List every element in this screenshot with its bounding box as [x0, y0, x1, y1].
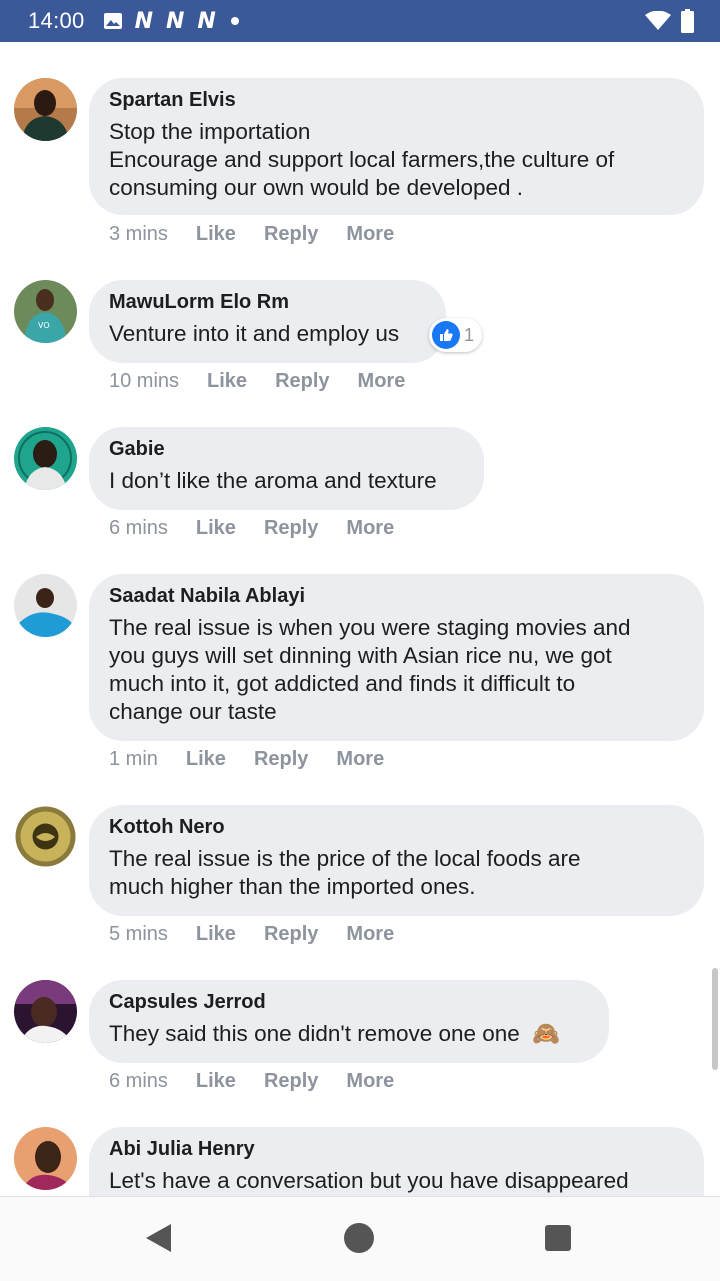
like-button[interactable]: Like — [196, 517, 236, 540]
image-icon — [103, 13, 122, 29]
reaction-number: 1 — [464, 324, 475, 345]
comment-author[interactable]: MawuLorm Elo Rm — [109, 290, 426, 314]
reply-button[interactable]: Reply — [264, 517, 318, 540]
avatar[interactable] — [14, 78, 77, 141]
avatar[interactable] — [14, 427, 77, 490]
avatar[interactable] — [14, 805, 77, 868]
comment-author[interactable]: Capsules Jerrod — [109, 990, 589, 1014]
comment-line: The real issue is when you were staging … — [109, 615, 631, 640]
back-icon[interactable] — [146, 1224, 171, 1252]
reply-button[interactable]: Reply — [254, 748, 308, 771]
like-button[interactable]: Like — [196, 1070, 236, 1093]
like-button[interactable]: Like — [196, 223, 236, 246]
scrollbar[interactable] — [712, 968, 718, 1070]
reply-button[interactable]: Reply — [264, 923, 318, 946]
comment-time[interactable]: 3 mins — [109, 223, 168, 246]
comment-bubble[interactable]: Kottoh Nero The real issue is the price … — [89, 805, 704, 916]
n-icon: N — [197, 8, 215, 34]
more-button[interactable]: More — [346, 517, 394, 540]
reply-button[interactable]: Reply — [264, 223, 318, 246]
like-icon — [432, 321, 460, 349]
like-button[interactable]: Like — [207, 370, 247, 393]
comment-bubble[interactable]: Capsules Jerrod They said this one didn'… — [89, 980, 609, 1063]
comment-author[interactable]: Kottoh Nero — [109, 815, 684, 839]
comment-line: consuming our own would be developed . — [109, 175, 524, 200]
more-button[interactable]: More — [346, 923, 394, 946]
svg-text:VO: VO — [38, 321, 50, 330]
wifi-icon — [645, 11, 671, 30]
status-time: 14:00 — [28, 8, 85, 33]
comment-text: I don’t like the aroma and texture — [109, 467, 464, 495]
comment-time[interactable]: 6 mins — [109, 517, 168, 540]
comment-bubble[interactable]: Saadat Nabila Ablayi The real issue is w… — [89, 574, 704, 741]
comment-actions: 3 mins Like Reply More — [109, 223, 422, 246]
comment-line: change our taste — [109, 699, 277, 724]
comment-bubble[interactable]: Gabie I don’t like the aroma and texture — [89, 427, 484, 510]
more-button[interactable]: More — [358, 370, 406, 393]
dot-icon — [230, 17, 239, 25]
notification-icons: N N N — [135, 9, 229, 34]
comment-bubble[interactable]: Spartan Elvis Stop the importation Encou… — [89, 78, 704, 215]
comment-text: They said this one didn't remove one one… — [109, 1020, 589, 1048]
comment-author[interactable]: Gabie — [109, 437, 464, 461]
comment-author[interactable]: Spartan Elvis — [109, 88, 684, 112]
comment-line: They said this one didn't remove one one — [109, 1021, 520, 1046]
avatar[interactable]: VO — [14, 280, 77, 343]
comment-actions: 1 min Like Reply More — [109, 748, 412, 771]
avatar[interactable] — [14, 980, 77, 1043]
n-icon: N — [134, 8, 153, 34]
more-button[interactable]: More — [336, 748, 384, 771]
comment-actions: 10 mins Like Reply More — [109, 370, 433, 393]
reply-button[interactable]: Reply — [275, 370, 329, 393]
like-button[interactable]: Like — [186, 748, 226, 771]
navigation-bar — [0, 1196, 720, 1281]
reply-button[interactable]: Reply — [264, 1070, 318, 1093]
like-button[interactable]: Like — [196, 923, 236, 946]
n-icon: N — [165, 8, 184, 34]
comment-text: Venture into it and employ us — [109, 320, 426, 348]
comment-line: Encourage and support local farmers,the … — [109, 147, 615, 172]
avatar[interactable] — [14, 574, 77, 637]
comment-text: Stop the importation Encourage and suppo… — [109, 118, 684, 202]
comment-line: much higher than the imported ones. — [109, 874, 476, 899]
see-no-evil-monkey-icon: 🙈 — [532, 1021, 561, 1046]
comment-actions: 6 mins Like Reply More — [109, 517, 422, 540]
comment-line: much into it, got addicted and finds it … — [109, 671, 576, 696]
comment-text: The real issue is the price of the local… — [109, 845, 684, 901]
status-bar: 14:00 N N N — [0, 0, 720, 42]
reaction-count[interactable]: 1 — [429, 318, 483, 352]
comment-time[interactable]: 6 mins — [109, 1070, 168, 1093]
comment-line: Venture into it and employ us — [109, 321, 400, 346]
comment-time[interactable]: 5 mins — [109, 923, 168, 946]
comment-actions: 6 mins Like Reply More — [109, 1070, 422, 1093]
comment-author[interactable]: Saadat Nabila Ablayi — [109, 584, 684, 608]
more-button[interactable]: More — [346, 1070, 394, 1093]
comment-author[interactable]: Abi Julia Henry — [109, 1137, 684, 1161]
comment-actions: 5 mins Like Reply More — [109, 923, 422, 946]
comment-text: The real issue is when you were staging … — [109, 614, 684, 726]
comment-bubble[interactable]: MawuLorm Elo Rm Venture into it and empl… — [89, 280, 446, 363]
recent-apps-icon[interactable] — [545, 1225, 571, 1251]
comment-time[interactable]: 10 mins — [109, 370, 179, 393]
comment-text: Let's have a conversation but you have d… — [109, 1167, 684, 1195]
comment-line: Stop the importation — [109, 119, 311, 144]
battery-icon — [681, 9, 694, 33]
comment-line: Let's have a conversation but you have d… — [109, 1168, 629, 1193]
more-button[interactable]: More — [346, 223, 394, 246]
comment-line: The real issue is the price of the local… — [109, 846, 581, 871]
comment-line: I don’t like the aroma and texture — [109, 468, 437, 493]
avatar[interactable] — [14, 1127, 77, 1190]
comment-time[interactable]: 1 min — [109, 748, 158, 771]
comment-line: you guys will set dinning with Asian ric… — [109, 643, 612, 668]
home-icon[interactable] — [344, 1223, 374, 1253]
